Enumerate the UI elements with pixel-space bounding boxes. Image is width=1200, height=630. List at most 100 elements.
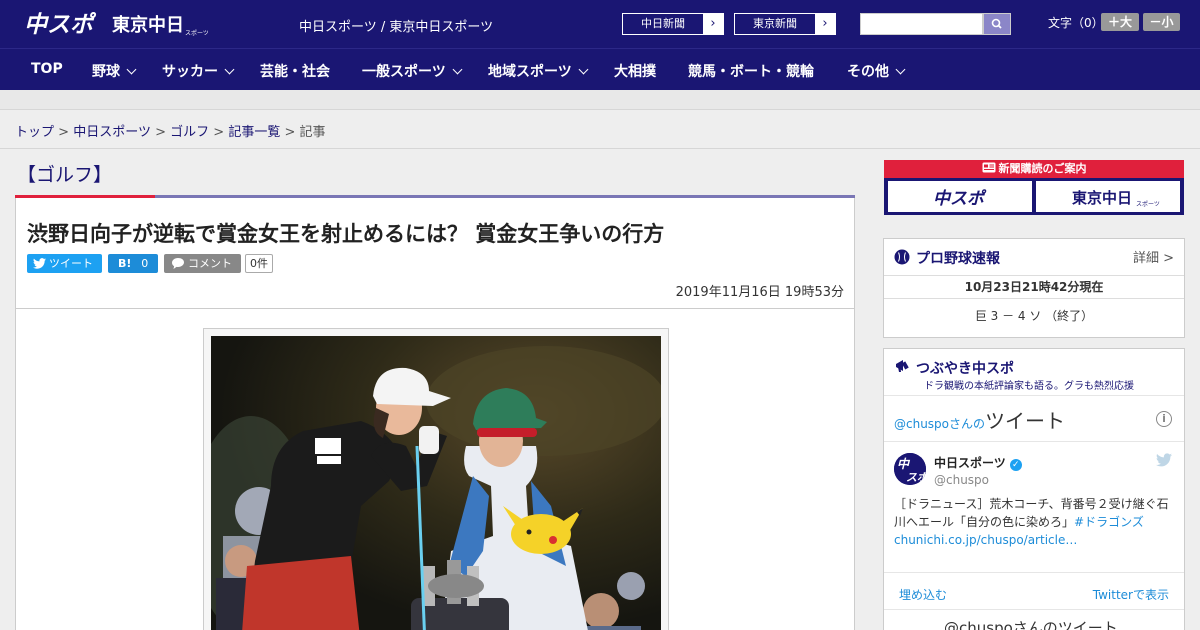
- nav-label: 一般スポーツ: [362, 64, 446, 80]
- tweet-hashtag[interactable]: #ドラゴンズ: [1074, 515, 1144, 529]
- view-on-twitter-link[interactable]: Twitterで表示: [1093, 586, 1169, 603]
- publish-date: 2019年11月16日 19時53分: [675, 285, 844, 300]
- twitter-widget-subtitle: ドラ観戦の本紙評論家も語る。グラも熱烈応援: [924, 381, 1134, 392]
- top-header: 中スポ 東京中日 スポーツ 中日スポーツ / 東京中日スポーツ 中日新聞 › 東…: [0, 0, 1200, 48]
- twitter-bird-icon: [33, 258, 46, 269]
- chevron-right-icon: ›: [815, 14, 835, 34]
- site-name[interactable]: 中日スポーツ / 東京中日スポーツ: [299, 16, 493, 35]
- subscription-banner[interactable]: 新聞購読のご案内 中スポ 東京中日 スポーツ: [884, 160, 1184, 215]
- tweets-by-big: ツイート: [985, 409, 1066, 433]
- chunichi-shimbun-link[interactable]: 中日新聞 ›: [622, 13, 724, 35]
- tweet-button[interactable]: ツイート: [27, 254, 102, 273]
- info-icon[interactable]: i: [1156, 411, 1172, 427]
- article-headline: 渋野日向子が逆転で賞金女王を射止めるには？ 賞金女王争いの行方: [27, 222, 665, 246]
- chevron-down-icon: [452, 64, 463, 75]
- chuspo-logo[interactable]: 中スポ: [24, 9, 100, 37]
- main-nav: TOP 野球 サッカー 芸能・社会 一般スポーツ 地域スポーツ 大相撲 競馬・ボ…: [0, 48, 1200, 90]
- breadcrumb-divider: [0, 148, 1200, 149]
- chevron-down-icon: [126, 64, 137, 75]
- header-band: [0, 90, 1200, 110]
- nav-item-racing[interactable]: 競馬・ボート・競輪: [688, 61, 814, 81]
- tweets-by-handle: @chuspoさんの: [894, 417, 986, 431]
- tokyo-logo-text: 東京中日: [112, 14, 184, 36]
- breadcrumb-separator: >: [155, 125, 166, 140]
- twitter-divider: [884, 572, 1184, 573]
- search-button[interactable]: [983, 13, 1011, 35]
- ad-right-text: 東京中日: [1072, 189, 1132, 207]
- subscription-title-text: 新聞購読のご案内: [998, 162, 1087, 175]
- search-icon: [991, 18, 1002, 29]
- article-divider: [16, 308, 854, 309]
- breadcrumb-separator: >: [213, 125, 225, 140]
- breadcrumb-current: 記事: [299, 125, 326, 140]
- article-photo[interactable]: [211, 336, 661, 630]
- nav-item-entertainment[interactable]: 芸能・社会: [260, 61, 330, 81]
- comment-count: 0件: [245, 254, 273, 273]
- nav-label: TOP: [31, 61, 63, 77]
- ad-right-sub: スポーツ: [1136, 200, 1160, 208]
- breadcrumb-separator: >: [58, 125, 70, 140]
- avatar[interactable]: 中 スポ: [894, 453, 926, 485]
- tokyo-shimbun-link[interactable]: 東京新聞 ›: [734, 13, 836, 35]
- subscription-banner-title: 新聞購読のご案内: [884, 160, 1184, 178]
- tweet-author-name[interactable]: 中日スポーツ ✓: [934, 454, 1022, 471]
- tweet-label: ツイート: [49, 257, 93, 270]
- speech-bubble-icon: [172, 258, 184, 269]
- twitter-divider: [884, 441, 1184, 442]
- chevron-down-icon: [578, 64, 589, 75]
- breadcrumb-article-list[interactable]: 記事一覧: [228, 125, 280, 140]
- nav-item-top[interactable]: TOP: [31, 61, 63, 77]
- nav-label: 競馬・ボート・競輪: [688, 64, 814, 80]
- tweets-by-header[interactable]: @chuspoさんのツイート: [894, 405, 1065, 434]
- nav-item-other[interactable]: その他: [847, 61, 906, 81]
- breadcrumb-top[interactable]: トップ: [15, 125, 54, 140]
- verified-badge-icon: ✓: [1009, 459, 1022, 471]
- hatena-count: 0: [141, 257, 149, 270]
- twitter-bird-icon[interactable]: [1156, 453, 1172, 467]
- nav-item-soccer[interactable]: サッカー: [162, 61, 235, 81]
- tweet-author-name-text: 中日スポーツ: [934, 456, 1006, 470]
- twitter-divider: [884, 395, 1184, 396]
- ad-left-text: 中スポ: [933, 189, 987, 209]
- comment-button[interactable]: コメント: [164, 254, 241, 273]
- comment-label: コメント: [188, 257, 232, 270]
- score-timestamp: 10月23日21時42分現在: [884, 275, 1184, 299]
- article-container: 渋野日向子が逆転で賞金女王を射止めるには？ 賞金女王争いの行方 ツイート B! …: [15, 198, 855, 630]
- font-increase-button[interactable]: ＋大: [1101, 13, 1139, 31]
- breadcrumb-chunichi-sports[interactable]: 中日スポーツ: [73, 125, 151, 140]
- chuspo-ad-logo: 中スポ: [933, 189, 987, 209]
- nav-item-general-sports[interactable]: 一般スポーツ: [362, 61, 463, 81]
- font-decrease-button[interactable]: －小: [1143, 13, 1180, 31]
- tokyo-chunichi-logo[interactable]: 東京中日 スポーツ: [112, 11, 208, 37]
- embed-link[interactable]: 埋め込む: [899, 586, 947, 603]
- tweets-by-footer[interactable]: @chuspoさんのツイート: [944, 617, 1118, 630]
- svg-text:スポ: スポ: [906, 471, 926, 484]
- nav-item-sumo[interactable]: 大相撲: [614, 61, 656, 81]
- hatena-bookmark-button[interactable]: B! 0: [108, 254, 158, 273]
- game-score[interactable]: 巨 3 － 4 ソ （終了）: [884, 307, 1184, 324]
- search-input[interactable]: [860, 13, 983, 35]
- subscribe-tokyo-chunichi-button[interactable]: 東京中日 スポーツ: [1036, 181, 1180, 212]
- megaphone-icon: [896, 360, 909, 372]
- chevron-down-icon: [895, 64, 906, 75]
- svg-text:中: 中: [897, 457, 911, 471]
- ext-link-label: 中日新聞: [641, 17, 685, 30]
- nav-label: 野球: [92, 64, 120, 80]
- tweet-text: ［ドラニュース］荒木コーチ、背番号２受け継ぐ石川へエール「自分の色に染めろ」#ド…: [894, 495, 1176, 549]
- nav-item-baseball[interactable]: 野球: [92, 61, 137, 81]
- tokyo-logo-sub: スポーツ: [185, 29, 208, 37]
- twitter-widget-title: つぶやき中スポ: [916, 361, 1014, 377]
- baseball-detail-link[interactable]: 詳細 >: [1133, 247, 1174, 266]
- ext-link-label: 東京新聞: [753, 17, 797, 30]
- tweet-link[interactable]: chunichi.co.jp/chuspo/article…: [894, 533, 1077, 547]
- subscribe-chuspo-button[interactable]: 中スポ: [888, 181, 1032, 212]
- nav-label: 芸能・社会: [260, 64, 330, 80]
- chevron-down-icon: [224, 64, 235, 75]
- hatena-label: B!: [118, 257, 132, 270]
- tweet-author-handle[interactable]: @chuspo: [934, 473, 989, 487]
- nav-item-regional-sports[interactable]: 地域スポーツ: [488, 61, 589, 81]
- breadcrumb-golf[interactable]: ゴルフ: [170, 125, 209, 140]
- font-size-label: 文字（0）: [1048, 16, 1104, 30]
- pro-baseball-widget: プロ野球速報 詳細 > 10月23日21時42分現在 巨 3 － 4 ソ （終了…: [883, 238, 1185, 338]
- baseball-icon: [894, 249, 910, 265]
